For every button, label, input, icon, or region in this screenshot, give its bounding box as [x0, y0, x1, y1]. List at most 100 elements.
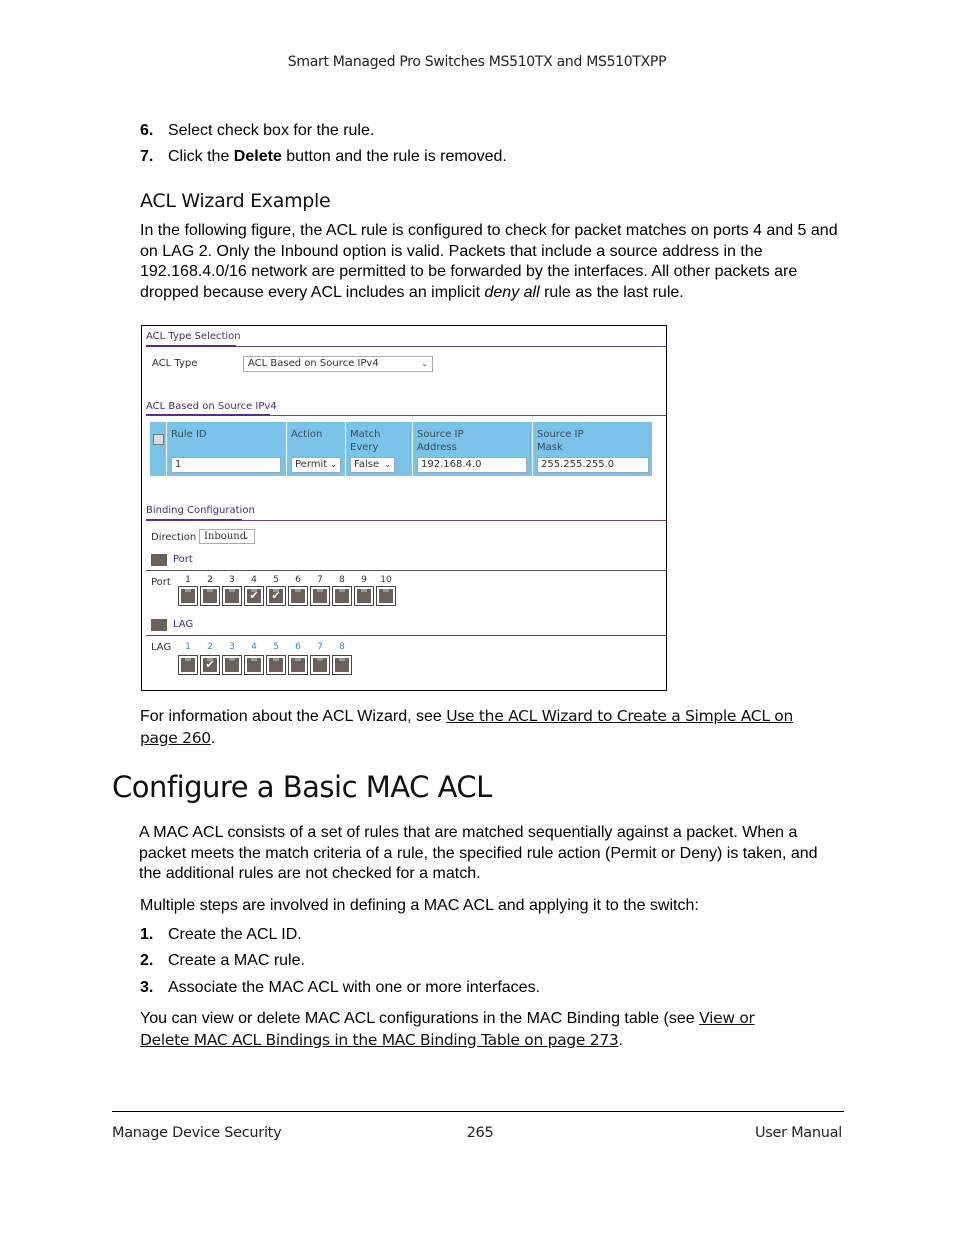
source-mask-column: Source IP Mask 255.255.255.0 [532, 422, 652, 476]
wizard-link[interactable]: Use the ACL Wizard to Create a Simple AC… [446, 707, 793, 725]
lag-number: 1 [185, 642, 191, 652]
step-number: 6. [140, 122, 154, 139]
acl-type-value: ACL Based on Source IPv4 [248, 358, 379, 369]
lag-group-label[interactable]: LAG [173, 619, 193, 630]
subsection-title: ACL Wizard Example [140, 190, 331, 212]
lag-number: 8 [339, 642, 345, 652]
running-header: Smart Managed Pro Switches MS510TX and M… [287, 54, 667, 70]
lag-1-toggle[interactable] [178, 655, 198, 675]
port-number: 4 [251, 575, 257, 585]
action-value: Permit [295, 459, 328, 470]
port-row-label: Port [151, 577, 171, 588]
lag-4-toggle[interactable] [244, 655, 264, 675]
source-mask-header: Source IP Mask [537, 428, 584, 454]
ethernet-port-icon [247, 658, 261, 672]
mac-step-2: 2. Create a MAC rule. [140, 952, 305, 970]
mac-step-1: 1. Create the ACL ID. [140, 926, 302, 944]
lag-5-toggle[interactable] [266, 655, 286, 675]
mac-binding-link-cont[interactable]: Delete MAC ACL Bindings in the MAC Bindi… [140, 1031, 619, 1049]
port-5-toggle[interactable]: ✔ [266, 586, 286, 606]
rule-section-title: ACL Based on Source IPv4 [146, 401, 277, 412]
step-number: 2. [140, 952, 154, 969]
port-number: 9 [361, 575, 367, 585]
wizard-link-page[interactable]: page 260 [140, 729, 211, 747]
ethernet-port-icon: ✔ [269, 589, 283, 603]
section-paragraph-2: Multiple steps are involved in defining … [140, 897, 699, 914]
lag-number: 3 [229, 642, 235, 652]
port-number: 1 [185, 575, 191, 585]
direction-select[interactable]: Inbound ⌄ [199, 529, 255, 544]
step-text: button and the rule is removed. [281, 148, 507, 165]
checkmark-icon: ✔ [271, 589, 281, 602]
section-paragraph-1: A MAC ACL consists of a set of rules tha… [139, 824, 818, 882]
header-line: Mask [537, 442, 563, 453]
rule-id-input[interactable]: 1 [171, 457, 281, 473]
lag-number: 5 [273, 642, 279, 652]
delete-emphasis: Delete [233, 148, 282, 165]
checkmark-icon: ✔ [249, 589, 259, 602]
lag-3-toggle[interactable] [222, 655, 242, 675]
lag-8-toggle[interactable] [332, 655, 352, 675]
rule-id-column: Rule ID 1 [166, 422, 286, 476]
source-ip-header: Source IP Address [417, 428, 464, 454]
port-1-toggle[interactable] [178, 586, 198, 606]
port-6-toggle[interactable] [288, 586, 308, 606]
checkmark-icon: ✔ [205, 658, 215, 671]
lag-2-toggle[interactable]: ✔ [200, 655, 220, 675]
port-8-toggle[interactable] [332, 586, 352, 606]
step-6: 6. Select check box for the rule. [140, 122, 374, 140]
port-4-toggle[interactable]: ✔ [244, 586, 264, 606]
match-every-select[interactable]: False ⌄ [350, 457, 395, 473]
wizard-reference: For information about the ACL Wizard, se… [140, 706, 860, 749]
port-7-toggle[interactable] [310, 586, 330, 606]
source-mask-input[interactable]: 255.255.255.0 [537, 457, 649, 473]
acl-type-select[interactable]: ACL Based on Source IPv4 ⌄ [243, 356, 433, 372]
step-number: 3. [140, 979, 154, 996]
ethernet-port-icon [357, 589, 371, 603]
chevron-down-icon: ⌄ [384, 460, 391, 469]
match-every-value: False [354, 459, 380, 470]
section-underline [146, 345, 236, 347]
section-title: Configure a Basic MAC ACL [112, 770, 492, 804]
ethernet-port-icon [335, 658, 349, 672]
lag-number: 6 [295, 642, 301, 652]
header-line: Source IP [537, 429, 584, 440]
ethernet-port-icon [269, 658, 283, 672]
action-header: Action [291, 429, 323, 440]
port-number: 10 [380, 575, 392, 585]
step-text: Create the ACL ID. [168, 926, 302, 943]
lag-number: 2 [207, 642, 213, 652]
lag-7-toggle[interactable] [310, 655, 330, 675]
ethernet-port-icon: ✔ [203, 658, 217, 672]
port-group-label[interactable]: Port [173, 554, 193, 565]
header-line: Address [417, 442, 457, 453]
lag-group-icon [151, 619, 167, 631]
port-9-toggle[interactable] [354, 586, 374, 606]
ethernet-port-icon [291, 589, 305, 603]
step-text: Click the [168, 148, 234, 165]
section-underline [146, 519, 242, 521]
lag-number: 7 [317, 642, 323, 652]
port-10-toggle[interactable] [376, 586, 396, 606]
deny-all-italic: deny all [484, 283, 540, 301]
port-number: 7 [317, 575, 323, 585]
port-number: 2 [207, 575, 213, 585]
rule-id-header: Rule ID [171, 429, 207, 440]
ethernet-port-icon [203, 589, 217, 603]
select-all-checkbox[interactable] [153, 434, 164, 445]
source-ip-input[interactable]: 192.168.4.0 [417, 457, 527, 473]
action-select[interactable]: Permit ⌄ [291, 457, 341, 473]
mac-binding-link[interactable]: View or [699, 1009, 755, 1027]
direction-label: Direction [151, 532, 197, 543]
lag-6-toggle[interactable] [288, 655, 308, 675]
port-3-toggle[interactable] [222, 586, 242, 606]
subsection-paragraph: In the following figure, the ACL rule is… [140, 221, 840, 303]
direction-value: Inbound [204, 531, 247, 542]
port-2-toggle[interactable] [200, 586, 220, 606]
header-line: Source IP [417, 429, 464, 440]
chevron-down-icon: ⌄ [243, 532, 250, 541]
action-column: Action Permit ⌄ [286, 422, 345, 476]
chevron-down-icon: ⌄ [421, 359, 428, 368]
acl-type-label: ACL Type [152, 358, 198, 369]
port-number: 8 [339, 575, 345, 585]
